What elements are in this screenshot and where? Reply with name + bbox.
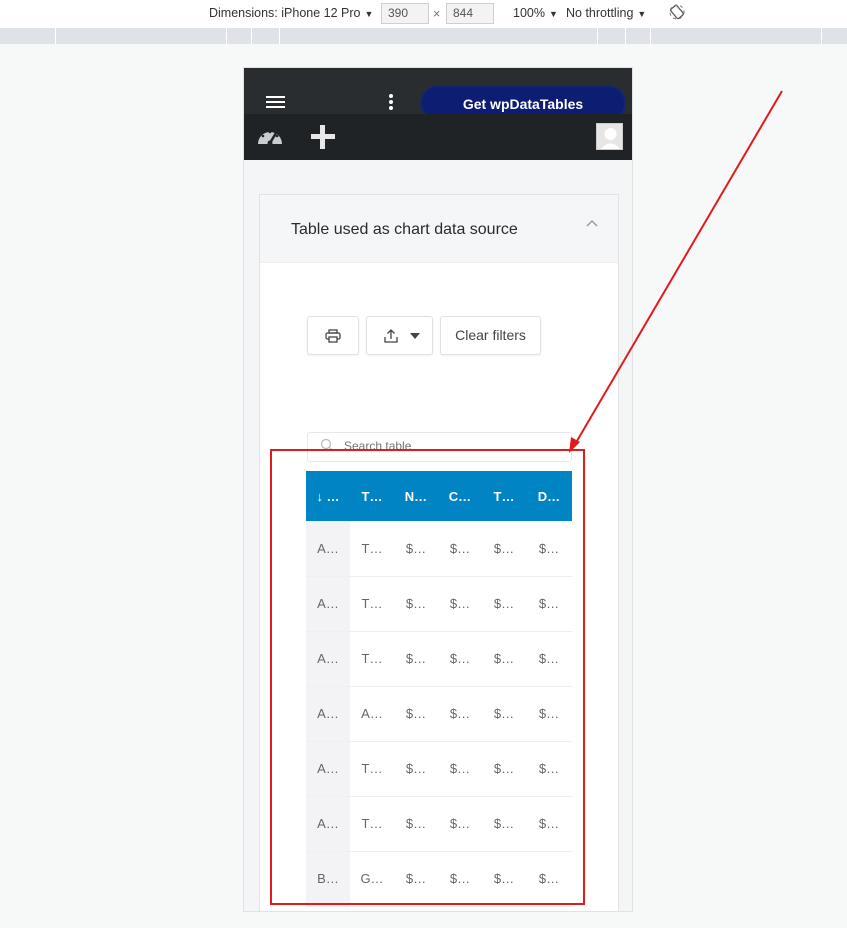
- export-dropdown-button[interactable]: [366, 316, 433, 355]
- kebab-icon[interactable]: [388, 94, 394, 110]
- table-row[interactable]: A… T… $… $… $… $…: [306, 576, 572, 632]
- devtools-device-toolbar: Dimensions: iPhone 12 Pro ▼ 390 × 844 100…: [0, 0, 847, 28]
- dashboard-icon[interactable]: [256, 124, 284, 148]
- table-cell: $…: [526, 686, 572, 742]
- table-cell: T…: [350, 741, 394, 797]
- ruler-segment: [597, 28, 598, 44]
- ruler-segment: [625, 28, 626, 44]
- table-cell: $…: [394, 686, 438, 742]
- print-button[interactable]: [307, 316, 359, 355]
- table-cell: A…: [306, 576, 350, 632]
- print-icon: [325, 329, 341, 343]
- zoom-select[interactable]: 100% ▼: [513, 6, 558, 20]
- device-select[interactable]: Dimensions: iPhone 12 Pro ▼: [209, 6, 373, 20]
- width-input[interactable]: 390: [381, 3, 429, 24]
- ruler-segment: [279, 28, 280, 44]
- plus-icon[interactable]: [308, 122, 338, 152]
- column-header[interactable]: T…: [482, 471, 526, 521]
- table-cell: $…: [482, 686, 526, 742]
- table-row[interactable]: A… T… $… $… $… $…: [306, 631, 572, 687]
- table-cell: $…: [394, 631, 438, 687]
- panel-header[interactable]: Table used as chart data source: [260, 195, 618, 263]
- table-cell: $…: [526, 631, 572, 687]
- admin-bar: [244, 114, 632, 160]
- column-header[interactable]: D…: [526, 471, 572, 521]
- table-cell: T…: [350, 576, 394, 632]
- device-label: Dimensions: iPhone 12 Pro: [209, 6, 361, 20]
- table-row[interactable]: A… T… $… $… $… $…: [306, 741, 572, 797]
- table-cell: $…: [394, 796, 438, 852]
- rotate-icon[interactable]: [669, 4, 685, 20]
- ruler-segment: [55, 28, 56, 44]
- panel-title: Table used as chart data source: [291, 221, 518, 238]
- search-icon: [320, 438, 334, 452]
- hamburger-icon[interactable]: [266, 96, 285, 110]
- table-cell: $…: [394, 521, 438, 577]
- table-cell: $…: [526, 576, 572, 632]
- table-row[interactable]: B… G… $… $… $… $…: [306, 851, 572, 907]
- column-header[interactable]: C…: [438, 471, 482, 521]
- caret-down-icon: ▼: [637, 9, 647, 19]
- export-icon: [384, 329, 398, 343]
- table-cell: A…: [350, 686, 394, 742]
- table-cell: $…: [438, 521, 482, 577]
- top-app-bar: Get wpDataTables: [244, 68, 632, 121]
- table-cell: $…: [438, 796, 482, 852]
- table-cell: $…: [526, 851, 572, 907]
- search-input[interactable]: [344, 439, 544, 453]
- table-cell: $…: [438, 851, 482, 907]
- caret-down-icon: [410, 333, 420, 339]
- table-row[interactable]: A… T… $… $… $… $…: [306, 796, 572, 852]
- table-cell: T…: [350, 631, 394, 687]
- table-header-row: ↓ … T… N… C… T… D…: [306, 471, 572, 521]
- table-cell: $…: [482, 851, 526, 907]
- media-query-ruler: [0, 28, 847, 44]
- table-cell: A…: [306, 521, 350, 577]
- table-cell: $…: [526, 741, 572, 797]
- table-cell: $…: [438, 686, 482, 742]
- table-cell: $…: [482, 796, 526, 852]
- table-cell: A…: [306, 686, 350, 742]
- height-input[interactable]: 844: [446, 3, 494, 24]
- table-cell: $…: [482, 521, 526, 577]
- table-row[interactable]: A… T… $… $… $… $…: [306, 521, 572, 577]
- chevron-up-icon[interactable]: [586, 219, 598, 229]
- data-table: ↓ … T… N… C… T… D… A… T… $… $… $… $… A… T… $… $… $… $… A……: [306, 471, 572, 907]
- table-cell: $…: [394, 741, 438, 797]
- table-cell: T…: [350, 796, 394, 852]
- zoom-label: 100%: [513, 6, 545, 20]
- table-cell: $…: [526, 521, 572, 577]
- table-cell: A…: [306, 796, 350, 852]
- table-cell: $…: [482, 631, 526, 687]
- table-cell: $…: [526, 796, 572, 852]
- column-header[interactable]: ↓ …: [306, 471, 350, 521]
- clear-filters-button[interactable]: Clear filters: [440, 316, 541, 355]
- table-cell: $…: [438, 631, 482, 687]
- ruler-segment: [226, 28, 227, 44]
- throttling-select[interactable]: No throttling ▼: [566, 6, 646, 20]
- search-box[interactable]: [307, 432, 572, 462]
- table-cell: $…: [438, 741, 482, 797]
- table-cell: A…: [306, 631, 350, 687]
- avatar-icon[interactable]: [596, 123, 623, 150]
- column-header[interactable]: T…: [350, 471, 394, 521]
- table-cell: $…: [438, 576, 482, 632]
- ruler-segment: [821, 28, 822, 44]
- caret-down-icon: ▼: [364, 9, 374, 19]
- table-cell: $…: [394, 576, 438, 632]
- caret-down-icon: ▼: [548, 9, 558, 19]
- ruler-segment: [251, 28, 252, 44]
- table-row[interactable]: A… A… $… $… $… $…: [306, 686, 572, 742]
- table-cell: B…: [306, 851, 350, 907]
- table-cell: $…: [482, 741, 526, 797]
- table-cell: $…: [482, 576, 526, 632]
- column-header[interactable]: N…: [394, 471, 438, 521]
- throttling-label: No throttling: [566, 6, 634, 20]
- dimension-separator: ×: [433, 7, 441, 21]
- table-cell: A…: [306, 741, 350, 797]
- ruler-segment: [650, 28, 651, 44]
- table-cell: G…: [350, 851, 394, 907]
- table-cell: $…: [394, 851, 438, 907]
- table-cell: T…: [350, 521, 394, 577]
